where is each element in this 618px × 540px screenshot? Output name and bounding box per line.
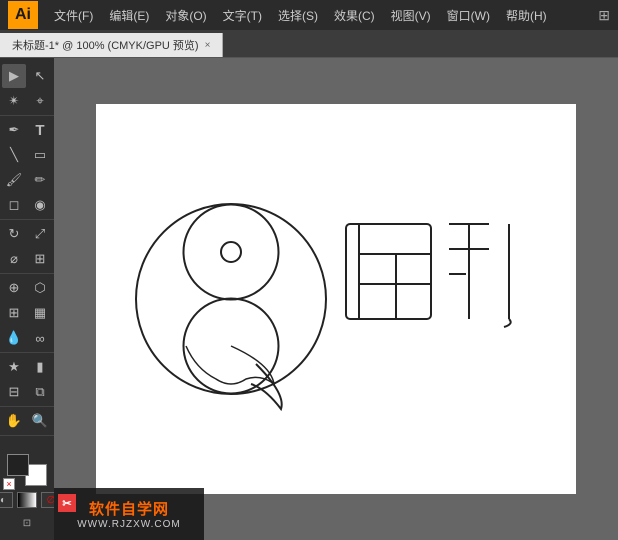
artwork bbox=[126, 149, 546, 449]
eraser-tool[interactable]: ◻ bbox=[2, 193, 26, 217]
screen-mode-row: ⊡ bbox=[9, 514, 45, 532]
color-mode-button[interactable]: ◐ bbox=[0, 492, 13, 508]
watermark-url: WWW.RJZXW.COM bbox=[77, 519, 181, 530]
menu-bar: 文件(F)编辑(E)对象(O)文字(T)选择(S)效果(C)视图(V)窗口(W)… bbox=[46, 3, 594, 28]
slice-tool[interactable]: ⧉ bbox=[28, 380, 52, 404]
tab-label: 未标题-1* @ 100% (CMYK/GPU 预览) bbox=[12, 37, 199, 53]
tool-group-symbol: ★ ▮ ⊟ ⧉ bbox=[0, 353, 54, 407]
menu-item-v[interactable]: 视图(V) bbox=[383, 3, 439, 28]
color-mode-row: ◐ ∅ bbox=[0, 492, 61, 508]
scale-tool[interactable]: ⤢ bbox=[28, 222, 52, 246]
rect-tool[interactable]: ▭ bbox=[28, 143, 52, 167]
symbol-sprayer-tool[interactable]: ★ bbox=[2, 355, 26, 379]
toolbar: ▶ ↖ ✴ ⌖ ✒ T ╲ ▭ 🖌 ✏ ◻ ◉ bbox=[0, 58, 54, 540]
menu-item-t[interactable]: 文字(T) bbox=[215, 3, 270, 28]
rotate-tool[interactable]: ↻ bbox=[2, 222, 26, 246]
direct-selection-tool[interactable]: ↖ bbox=[28, 64, 52, 88]
gradient-tool[interactable]: ▦ bbox=[28, 301, 52, 325]
blob-brush-tool[interactable]: ◉ bbox=[28, 193, 52, 217]
watermark: ✂ 软件自学网 WWW.RJZXW.COM bbox=[54, 488, 204, 540]
none-swatch[interactable]: × bbox=[3, 478, 15, 490]
perspective-tool[interactable]: ⬡ bbox=[28, 276, 52, 300]
tool-group-navigate: ✋ 🔍 bbox=[0, 407, 54, 436]
canvas bbox=[96, 104, 576, 494]
line-tool[interactable]: ╲ bbox=[2, 143, 26, 167]
ai-logo: Ai bbox=[8, 1, 38, 29]
lasso-tool[interactable]: ⌖ bbox=[28, 89, 52, 113]
graph-tool[interactable]: ▮ bbox=[28, 355, 52, 379]
canvas-area: ✂ 软件自学网 WWW.RJZXW.COM bbox=[54, 58, 618, 540]
watermark-site-name: 软件自学网 bbox=[89, 498, 169, 519]
shape-builder-tool[interactable]: ⊕ bbox=[2, 276, 26, 300]
menu-item-c[interactable]: 效果(C) bbox=[326, 3, 383, 28]
tool-group-pen: ✒ T ╲ ▭ 🖌 ✏ ◻ ◉ bbox=[0, 116, 54, 220]
menu-item-f[interactable]: 文件(F) bbox=[46, 3, 101, 28]
panels-icon[interactable]: ⊞ bbox=[598, 7, 610, 24]
tool-group-shape: ⊕ ⬡ ⊞ ▦ 💧 ∞ bbox=[0, 274, 54, 353]
main-layout: ▶ ↖ ✴ ⌖ ✒ T ╲ ▭ 🖌 ✏ ◻ ◉ bbox=[0, 58, 618, 540]
menu-item-o[interactable]: 对象(O) bbox=[157, 3, 214, 28]
bottom-tools: × ◐ ∅ ⊡ bbox=[0, 448, 54, 536]
paintbrush-tool[interactable]: 🖌 bbox=[2, 168, 26, 192]
tab-bar: 未标题-1* @ 100% (CMYK/GPU 预览) × bbox=[0, 30, 618, 58]
type-tool[interactable]: T bbox=[28, 118, 52, 142]
hand-tool[interactable]: ✋ bbox=[2, 409, 26, 433]
tool-group-select: ▶ ↖ ✴ ⌖ bbox=[0, 62, 54, 116]
foreground-color-swatch[interactable] bbox=[7, 454, 29, 476]
eyedropper-tool[interactable]: 💧 bbox=[2, 326, 26, 350]
document-tab[interactable]: 未标题-1* @ 100% (CMYK/GPU 预览) × bbox=[0, 33, 223, 57]
mesh-tool[interactable]: ⊞ bbox=[2, 301, 26, 325]
selection-tool[interactable]: ▶ bbox=[2, 64, 26, 88]
title-bar: Ai 文件(F)编辑(E)对象(O)文字(T)选择(S)效果(C)视图(V)窗口… bbox=[0, 0, 618, 30]
magic-wand-tool[interactable]: ✴ bbox=[2, 89, 26, 113]
free-transform-tool[interactable]: ⊞ bbox=[28, 247, 52, 271]
tool-group-transform: ↻ ⤢ ⌀ ⊞ bbox=[0, 220, 54, 274]
zoom-tool[interactable]: 🔍 bbox=[28, 409, 52, 433]
menu-item-h[interactable]: 帮助(H) bbox=[498, 3, 555, 28]
menu-item-e[interactable]: 编辑(E) bbox=[101, 3, 157, 28]
artboard-tool[interactable]: ⊟ bbox=[2, 380, 26, 404]
gradient-mode-button[interactable] bbox=[17, 492, 37, 508]
tab-close-button[interactable]: × bbox=[205, 40, 211, 51]
watermark-icon: ✂ bbox=[58, 494, 76, 512]
pen-tool[interactable]: ✒ bbox=[2, 118, 26, 142]
warp-tool[interactable]: ⌀ bbox=[2, 247, 26, 271]
blend-tool[interactable]: ∞ bbox=[28, 326, 52, 350]
menu-item-w[interactable]: 窗口(W) bbox=[439, 3, 498, 28]
screen-mode-button[interactable]: ⊡ bbox=[9, 514, 45, 532]
pencil-tool[interactable]: ✏ bbox=[28, 168, 52, 192]
color-swatch-area: × bbox=[5, 452, 49, 488]
menu-item-s[interactable]: 选择(S) bbox=[270, 3, 326, 28]
